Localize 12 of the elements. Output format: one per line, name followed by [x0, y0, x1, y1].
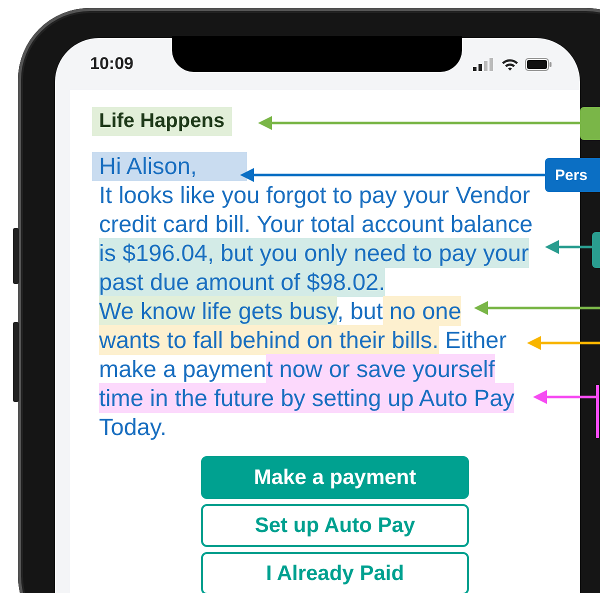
message-title: Life Happens	[92, 107, 232, 136]
signal-icon	[473, 58, 495, 70]
greeting-text: Hi Alison,	[92, 152, 247, 181]
action-button[interactable]: Set up Auto Pay	[201, 504, 469, 547]
bracket-line	[595, 385, 600, 438]
message-text: It looks like you forgot to pay your Vendor credit card bill. Your total account balance is $196.04, but you only need to pay your past due amount of $98.02. We know life gets busy, but no one wants to fall behind on their bills. Either make a payment now or save yourself time in the future by setting up Auto Pay Today.	[99, 181, 534, 442]
callout-tag: Pers	[545, 158, 600, 192]
wifi-icon	[501, 58, 519, 70]
action-button[interactable]: Make a payment	[201, 456, 469, 499]
status-time: 10:09	[90, 54, 134, 74]
action-button[interactable]: I Already Paid	[201, 552, 469, 593]
battery-icon	[525, 58, 552, 70]
